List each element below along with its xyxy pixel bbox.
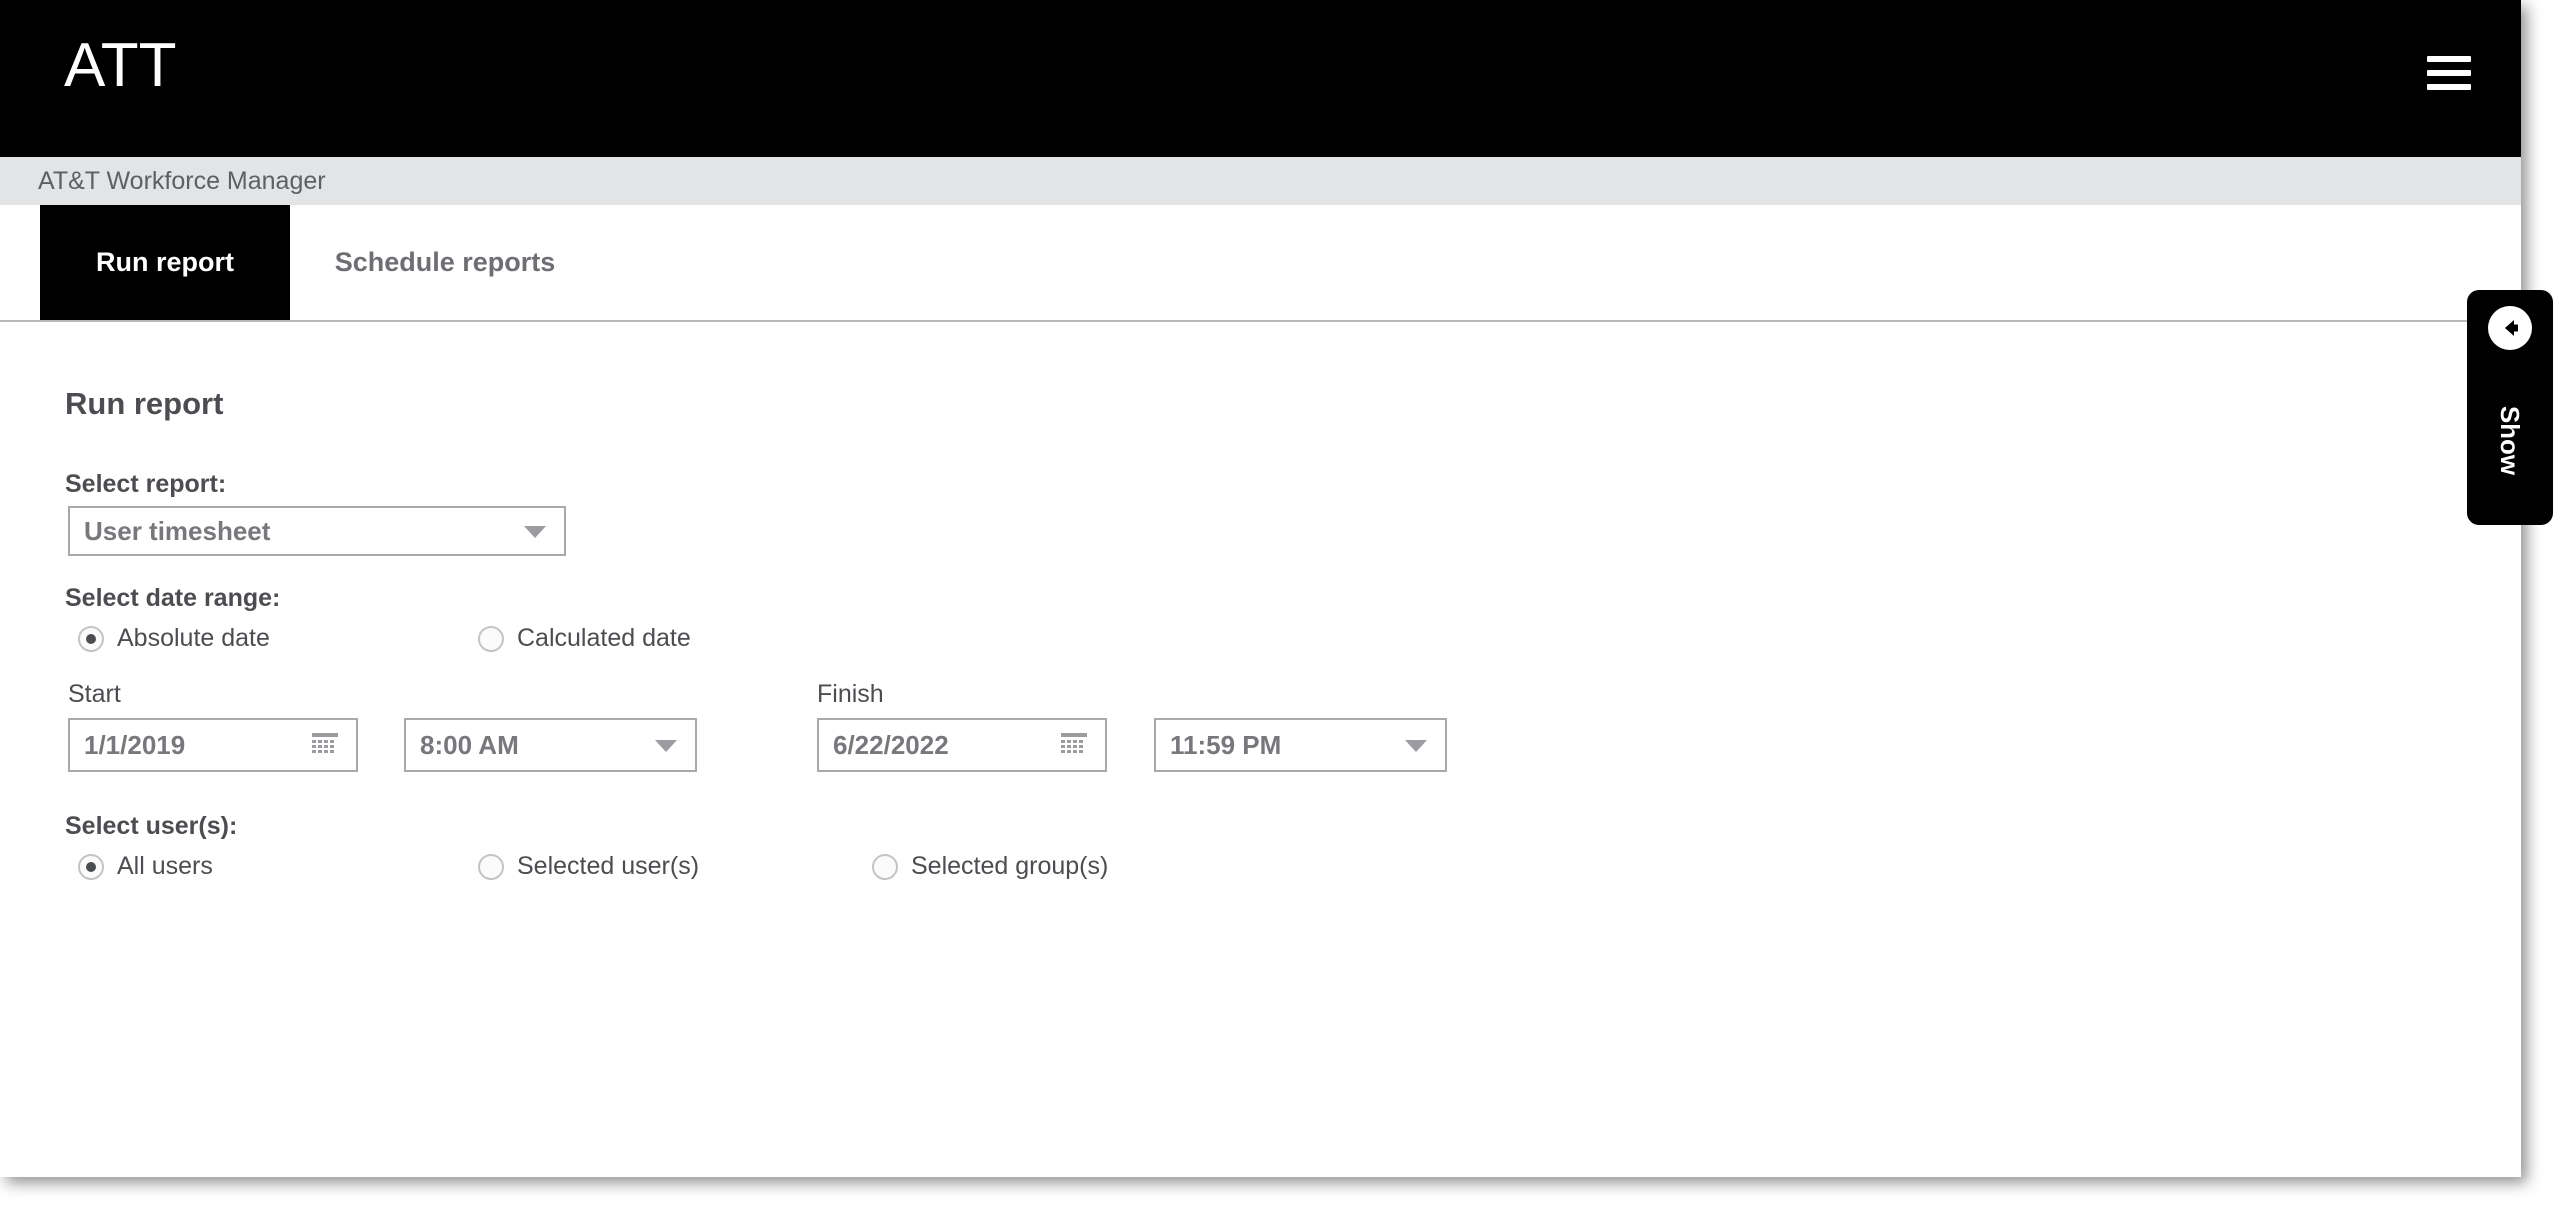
radio-calculated-date[interactable]: Calculated date (478, 624, 691, 653)
radio-selected-users-label: Selected user(s) (517, 852, 700, 880)
show-panel-label: Show (2467, 370, 2553, 510)
chevron-down-icon (1405, 740, 1427, 752)
finish-date-input[interactable]: 6/22/2022 (817, 718, 1107, 772)
brand-header: ATT (0, 0, 2521, 157)
radio-dot (478, 625, 504, 652)
tab-schedule-reports[interactable]: Schedule reports (290, 205, 600, 320)
radio-selected-groups-label: Selected group(s) (911, 852, 1109, 880)
app-window: ATT AT&T Workforce Manager Run report Sc… (0, 0, 2521, 1177)
app-subtitle: AT&T Workforce Manager (38, 167, 326, 195)
start-label: Start (68, 680, 121, 708)
form-content: Run report Select report: User timesheet… (0, 322, 2521, 1177)
radio-all-users-label: All users (117, 852, 213, 880)
start-time-value: 8:00 AM (420, 729, 519, 760)
calendar-icon[interactable] (311, 731, 339, 759)
select-users-label: Select user(s): (65, 812, 238, 840)
radio-absolute-date[interactable]: Absolute date (78, 624, 270, 653)
hamburger-menu-icon[interactable] (2427, 56, 2471, 90)
select-report-value: User timesheet (84, 515, 271, 546)
hamburger-bar (2427, 84, 2471, 90)
arrow-left-circle-icon (2488, 306, 2532, 350)
start-date-value: 1/1/2019 (84, 729, 186, 760)
finish-time-dropdown[interactable]: 11:59 PM (1154, 718, 1447, 772)
radio-absolute-date-label: Absolute date (117, 624, 270, 652)
radio-dot (872, 853, 898, 880)
radio-dot (78, 853, 104, 880)
show-panel-text: Show (2495, 405, 2526, 475)
finish-date-value: 6/22/2022 (833, 729, 949, 760)
radio-dot (78, 625, 104, 652)
radio-dot (478, 853, 504, 880)
calendar-icon[interactable] (1060, 731, 1088, 759)
finish-label: Finish (817, 680, 884, 708)
tab-run-report[interactable]: Run report (40, 205, 290, 320)
att-logo: ATT (64, 31, 177, 100)
radio-calculated-date-label: Calculated date (517, 624, 691, 652)
select-report-dropdown[interactable]: User timesheet (68, 506, 566, 556)
select-date-range-label: Select date range: (65, 584, 281, 612)
chevron-down-icon (524, 526, 546, 538)
hamburger-bar (2427, 56, 2471, 62)
select-report-label: Select report: (65, 470, 227, 498)
page-title: Run report (65, 386, 224, 421)
app-subtitle-bar: AT&T Workforce Manager (0, 157, 2521, 205)
start-time-dropdown[interactable]: 8:00 AM (404, 718, 697, 772)
start-date-input[interactable]: 1/1/2019 (68, 718, 358, 772)
finish-time-value: 11:59 PM (1170, 729, 1282, 760)
tab-bar: Run report Schedule reports (0, 205, 2521, 322)
hamburger-bar (2427, 70, 2471, 76)
show-panel-tab[interactable]: Show (2467, 290, 2553, 525)
radio-all-users[interactable]: All users (78, 852, 213, 881)
chevron-down-icon (655, 740, 677, 752)
radio-selected-users[interactable]: Selected user(s) (478, 852, 699, 881)
radio-selected-groups[interactable]: Selected group(s) (872, 852, 1108, 881)
screenshot-root: ATT AT&T Workforce Manager Run report Sc… (0, 0, 2560, 1214)
